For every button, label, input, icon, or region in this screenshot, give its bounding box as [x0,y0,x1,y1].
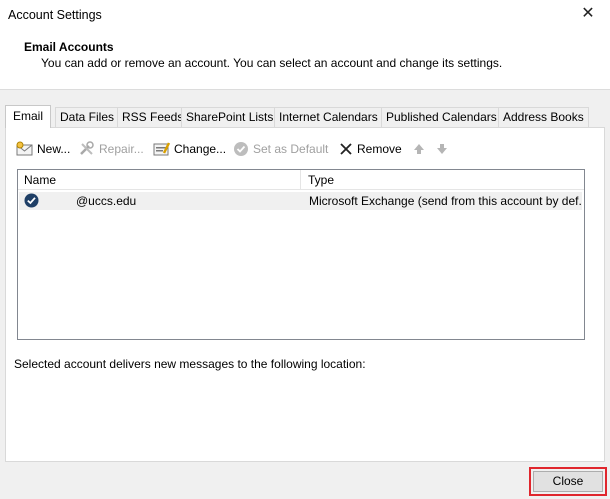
tab-internet-calendars[interactable]: Internet Calendars [274,107,383,127]
column-divider[interactable] [300,170,301,190]
window-close-icon[interactable]: ✕ [578,4,598,24]
set-as-default-button[interactable]: Set as Default [233,138,328,160]
arrow-up-icon [414,144,424,154]
tab-email[interactable]: Email [5,105,52,128]
delivery-location-label: Selected account delivers new messages t… [14,357,366,371]
list-header: Name Type [18,170,584,190]
repair-button[interactable]: Repair... [78,138,144,160]
window-title: Account Settings [8,8,102,22]
close-button-highlight: Close [529,467,607,496]
repair-tools-icon [80,141,94,155]
checkmark-circle-icon [234,142,248,156]
dialog-header: Email Accounts You can add or remove an … [0,31,610,90]
column-header-type[interactable]: Type [308,173,334,187]
accounts-list[interactable]: Name Type @uccs.edu Microsoft Exchange (… [17,169,585,340]
close-button[interactable]: Close [533,471,603,492]
default-account-check-icon [24,193,39,208]
account-type: Microsoft Exchange (send from this accou… [309,194,581,208]
tab-address-books[interactable]: Address Books [498,107,589,127]
title-bar: Account Settings ✕ [0,0,610,31]
remove-label: Remove [357,142,402,156]
arrow-down-icon [437,144,447,154]
change-settings-icon [153,142,171,156]
change-label: Change... [174,142,227,156]
set-as-default-label: Set as Default [253,142,329,156]
move-up-button[interactable] [413,138,428,160]
move-down-button[interactable] [436,138,451,160]
change-button[interactable]: Change... [153,138,226,160]
section-title: Email Accounts [24,40,114,54]
account-name: @uccs.edu [76,194,137,208]
remove-x-icon [340,143,352,155]
tab-sharepoint-lists[interactable]: SharePoint Lists [181,107,279,127]
new-account-button[interactable]: New... [16,138,70,160]
tab-rss-feeds[interactable]: RSS Feeds [117,107,189,127]
section-description: You can add or remove an account. You ca… [41,56,503,70]
tab-data-files[interactable]: Data Files [55,107,120,127]
remove-button[interactable]: Remove [338,138,402,160]
account-toolbar: New... Repair... Change... Set as Defaul… [16,138,596,160]
new-mail-icon [16,141,33,156]
repair-label: Repair... [99,142,144,156]
new-label: New... [37,142,71,156]
column-header-name[interactable]: Name [24,173,56,187]
tab-published-calendars[interactable]: Published Calendars [381,107,502,127]
email-tab-panel: New... Repair... Change... Set as Defaul… [5,127,605,462]
account-row[interactable]: @uccs.edu Microsoft Exchange (send from … [19,192,582,210]
